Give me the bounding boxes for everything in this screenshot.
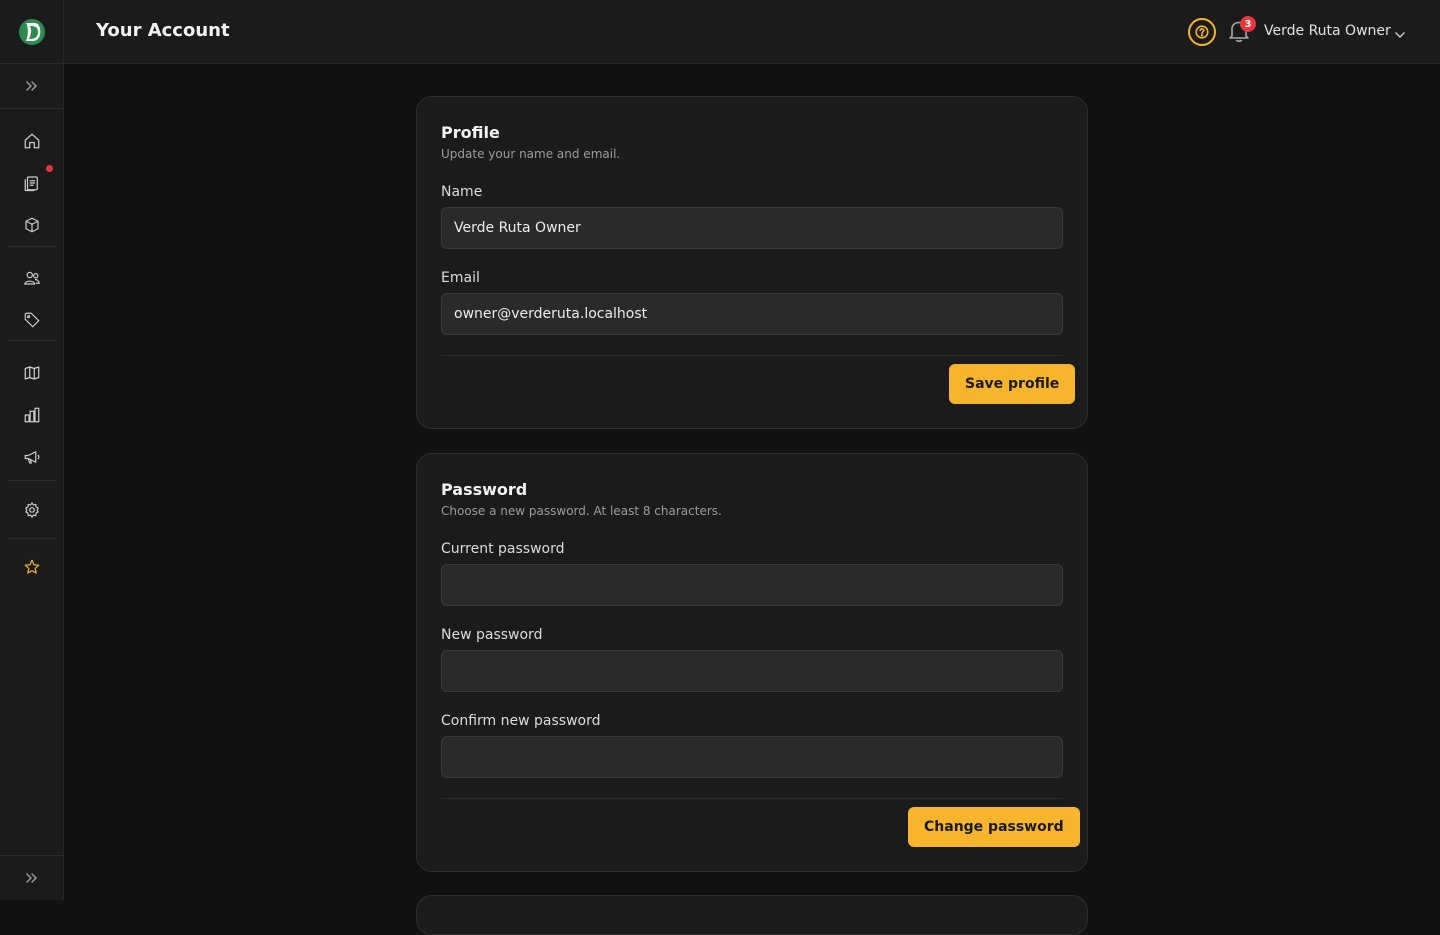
- home-icon: [24, 133, 40, 149]
- chart-icon: [24, 407, 40, 423]
- sidebar-collapse-button[interactable]: [0, 855, 64, 900]
- card-divider: [441, 798, 1063, 799]
- help-button[interactable]: [1188, 18, 1216, 46]
- confirm-password-input[interactable]: [441, 736, 1063, 778]
- profile-card: Profile Update your name and email. Name…: [416, 96, 1088, 429]
- password-card: Password Choose a new password. At least…: [416, 453, 1088, 872]
- sidebar-item-settings[interactable]: [0, 492, 64, 528]
- users-icon: [24, 271, 40, 285]
- chevrons-right-icon: [25, 81, 37, 91]
- sidebar-item-customers[interactable]: [0, 260, 64, 296]
- sidebar-item-home[interactable]: [0, 123, 64, 159]
- box-icon: [25, 217, 39, 233]
- sidebar-item-discounts[interactable]: [0, 302, 64, 338]
- megaphone-icon: [24, 451, 40, 464]
- current-password-label: Current password: [441, 541, 565, 557]
- new-password-input[interactable]: [441, 650, 1063, 692]
- current-password-input[interactable]: [441, 564, 1063, 606]
- change-password-button[interactable]: Change password: [908, 807, 1080, 847]
- sidebar-divider: [8, 246, 56, 247]
- sidebar-item-products[interactable]: [0, 207, 64, 243]
- name-input[interactable]: [441, 207, 1063, 249]
- sidebar-divider: [8, 538, 56, 539]
- top-bar: Your Account 3 Verde Ruta Owner: [64, 0, 1440, 64]
- gear-icon: [25, 502, 39, 518]
- password-title: Password: [441, 480, 528, 499]
- email-label: Email: [441, 270, 480, 286]
- card-divider: [441, 355, 1063, 356]
- profile-subtitle: Update your name and email.: [441, 147, 621, 161]
- question-icon: [1195, 25, 1209, 39]
- user-menu-name[interactable]: Verde Ruta Owner: [1264, 23, 1391, 39]
- chevrons-right-icon: [26, 873, 37, 883]
- app-logo[interactable]: [0, 0, 63, 64]
- star-icon: [24, 559, 40, 574]
- name-label: Name: [441, 184, 483, 200]
- profile-title: Profile: [441, 123, 500, 142]
- clipboard-icon: [24, 176, 38, 192]
- sidebar-item-orders[interactable]: [0, 165, 64, 201]
- next-card: [416, 895, 1088, 935]
- confirm-password-label: Confirm new password: [441, 713, 601, 729]
- sidebar-item-analytics[interactable]: [0, 397, 64, 433]
- orders-alert-dot: [46, 165, 53, 172]
- page-title: Your Account: [96, 20, 230, 41]
- sidebar-divider: [8, 340, 56, 341]
- tag-icon: [24, 312, 40, 328]
- sidebar-divider: [8, 480, 56, 481]
- map-icon: [24, 366, 40, 380]
- new-password-label: New password: [441, 627, 543, 643]
- notification-count-badge: 3: [1240, 16, 1256, 32]
- password-subtitle: Choose a new password. At least 8 charac…: [441, 504, 722, 518]
- sidebar-item-favorites[interactable]: [0, 549, 64, 585]
- chevron-down-icon[interactable]: [1394, 26, 1406, 45]
- logo-icon: [18, 18, 45, 45]
- sidebar: [0, 0, 64, 900]
- sidebar-expand-button[interactable]: [0, 64, 63, 109]
- save-profile-button[interactable]: Save profile: [949, 364, 1076, 404]
- sidebar-item-marketing[interactable]: [0, 439, 64, 475]
- email-input[interactable]: [441, 293, 1063, 335]
- sidebar-item-routes[interactable]: [0, 355, 64, 391]
